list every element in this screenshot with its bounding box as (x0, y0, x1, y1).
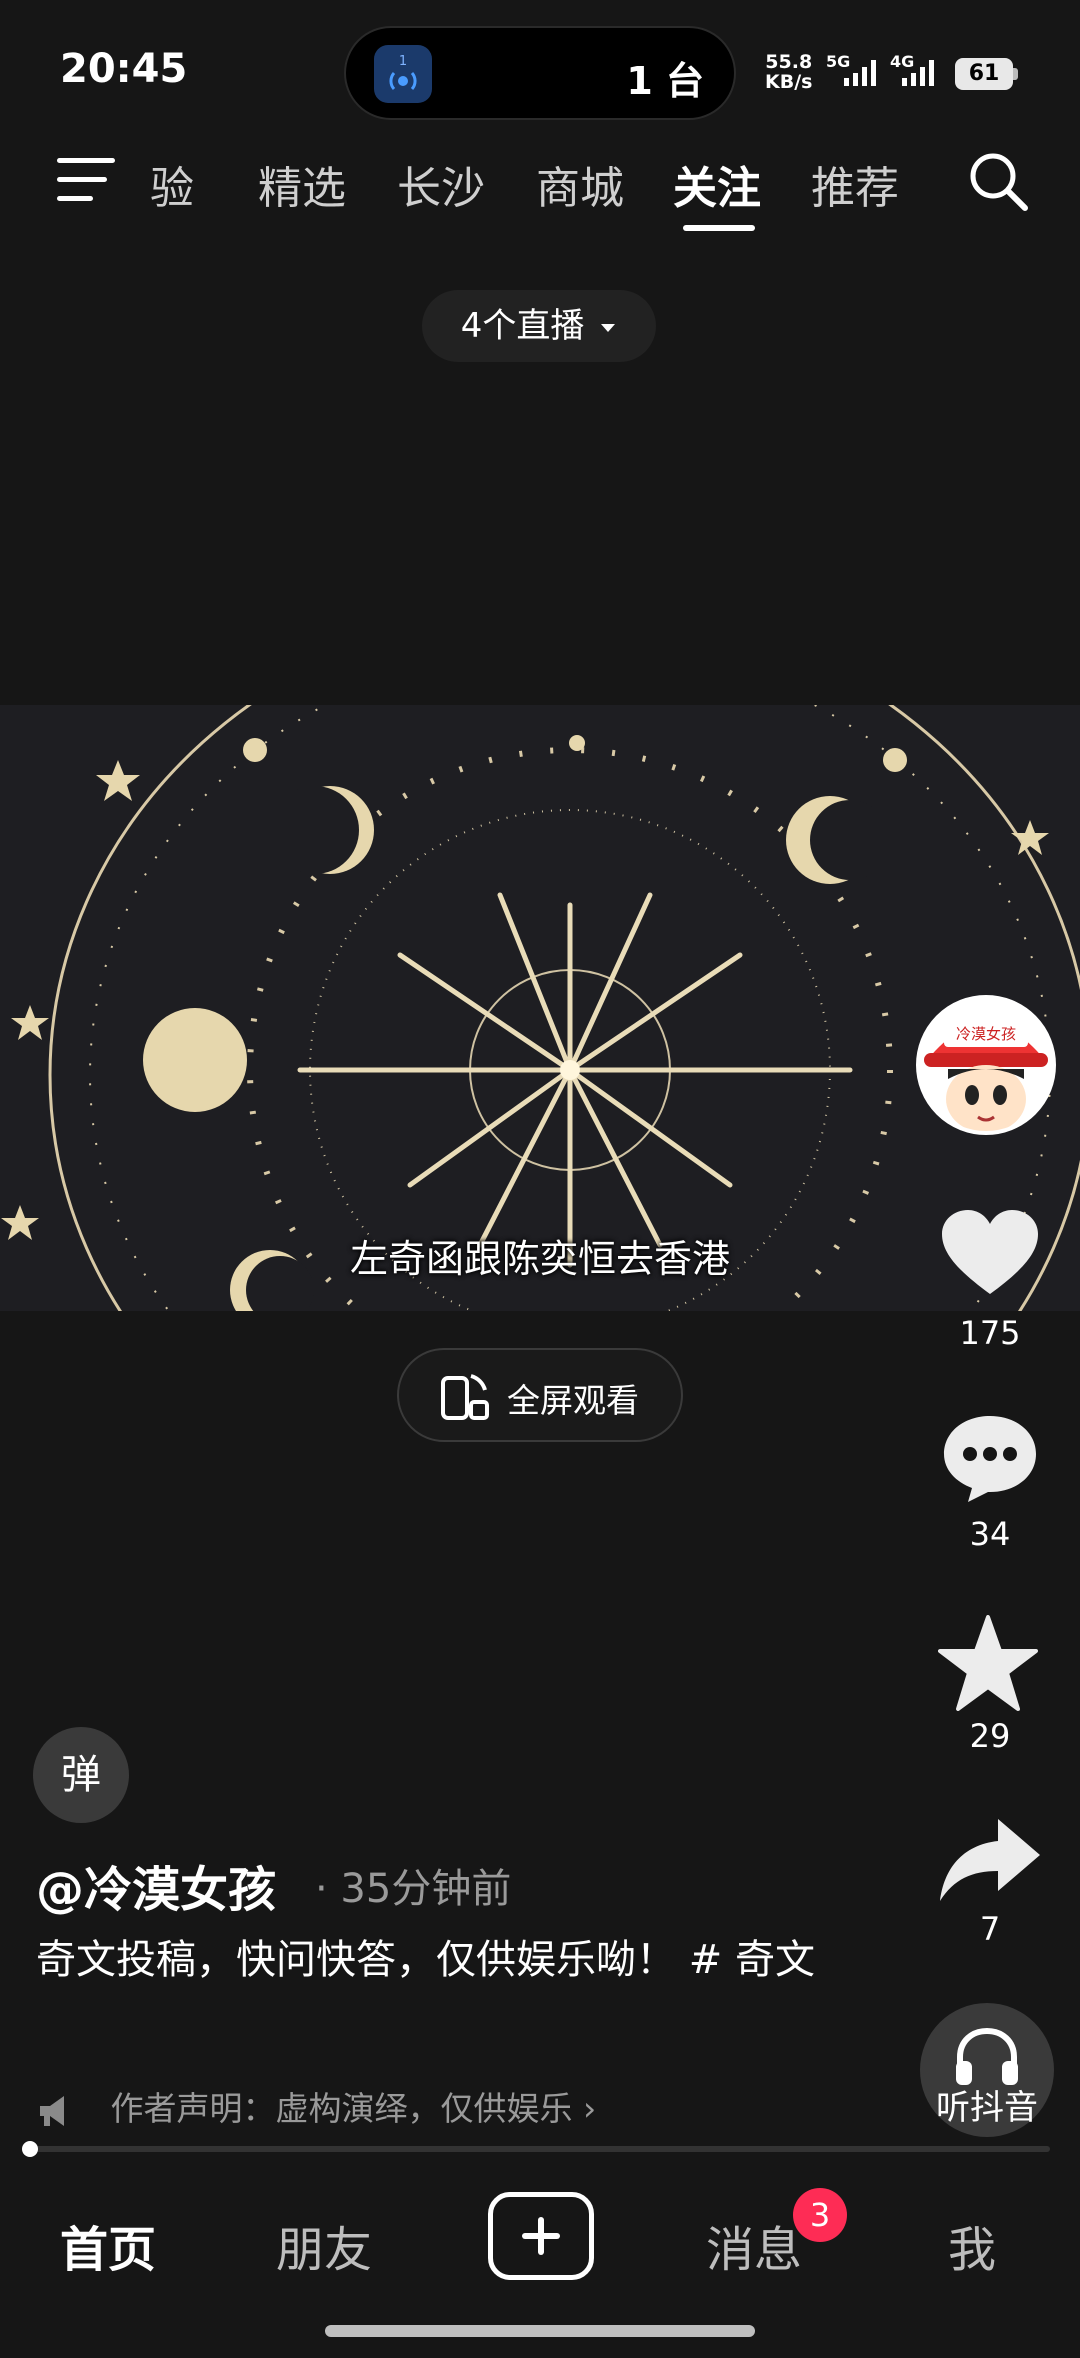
favorite-button[interactable] (938, 1615, 1038, 1715)
tab-city[interactable]: 长沙 (397, 152, 485, 216)
video-player[interactable] (0, 705, 1080, 1311)
share-button[interactable] (938, 1815, 1042, 1909)
danmaku-toggle-button[interactable]: 弹 (33, 1727, 129, 1823)
fullscreen-label: 全屏观看 (507, 1381, 639, 1420)
live-activity-app-icon: 1 (374, 45, 432, 103)
creator-avatar[interactable]: 冷漠女孩 (916, 995, 1056, 1135)
progress-handle[interactable] (22, 2141, 38, 2157)
tab-mall[interactable]: 商城 (536, 152, 624, 216)
battery-indicator: 61 (955, 58, 1013, 90)
heart-icon (942, 1210, 1038, 1294)
video-progress-bar[interactable] (26, 2146, 1050, 2152)
signal-5g: 5G (826, 52, 876, 86)
comment-count: 34 (969, 1515, 1011, 1553)
video-frame-celestial-artwork (0, 705, 1080, 1311)
network-speed-value: 55.8 (765, 51, 813, 73)
comment-button[interactable] (940, 1412, 1040, 1508)
nav-friends[interactable]: 朋友 (276, 2210, 372, 2280)
tab-following[interactable]: 关注 (673, 152, 761, 216)
avatar-cartoon-image: 冷漠女孩 (920, 999, 1052, 1131)
nav-home[interactable]: 首页 (60, 2210, 156, 2280)
network-speed: 55.8 KB/s (765, 52, 812, 92)
island-text: 1 台 (626, 59, 704, 103)
share-count: 7 (979, 1910, 1001, 1948)
live-streams-dropdown[interactable]: 4个直播 (422, 290, 656, 362)
island-app-number: 1 (399, 54, 407, 69)
nav-messages[interactable]: 消息 (706, 2210, 802, 2280)
speaker-icon (40, 2095, 64, 2126)
fullscreen-icon (441, 1374, 489, 1420)
create-button[interactable] (488, 2192, 594, 2280)
active-tab-underline (683, 225, 755, 231)
listen-label: 听抖音 (936, 2088, 1038, 2128)
network-speed-unit: KB/s (765, 71, 813, 93)
battery-cap (1013, 68, 1018, 80)
star-icon (938, 1615, 1038, 1711)
search-icon[interactable] (965, 148, 1031, 214)
favorite-count: 29 (969, 1717, 1011, 1755)
nav-me[interactable]: 我 (948, 2210, 996, 2280)
status-time: 20:45 (60, 46, 188, 92)
tab-partial[interactable]: 验 (150, 152, 194, 216)
tab-recommended[interactable]: 推荐 (811, 152, 899, 216)
fullscreen-button[interactable]: 全屏观看 (397, 1348, 683, 1442)
home-indicator (325, 2325, 755, 2337)
author-disclaimer[interactable]: 作者声明：虚构演绎，仅供娱乐 › (36, 2082, 596, 2130)
share-icon (940, 1819, 1040, 1901)
avatar-cap-text: 冷漠女孩 (956, 1025, 1016, 1043)
like-button[interactable] (940, 1208, 1040, 1302)
author-name[interactable]: @冷漠女孩 (36, 1850, 276, 1920)
video-subtitle: 左奇函跟陈奕恒去香港 (349, 1237, 730, 1281)
comment-icon (944, 1416, 1036, 1502)
like-count: 175 (959, 1314, 1021, 1352)
post-time: · 35分钟前 (315, 1866, 512, 1912)
video-description: 奇文投稿，快问快答，仅供娱乐呦！ # 奇文 (36, 1937, 815, 1983)
signal-4g: 4G (890, 52, 934, 86)
messages-badge: 3 (793, 2188, 847, 2242)
plus-icon (522, 2217, 560, 2255)
disclaimer-text: 作者声明：虚构演绎，仅供娱乐 › (110, 2089, 597, 2128)
caret-down-icon (601, 323, 616, 332)
menu-icon[interactable] (55, 150, 119, 210)
live-streams-label: 4个直播 (460, 306, 585, 346)
dynamic-island[interactable]: 1 1 台 (344, 26, 736, 120)
tab-featured[interactable]: 精选 (258, 152, 346, 216)
signal-bars-icon (902, 60, 934, 86)
signal-bars-icon (844, 60, 876, 86)
